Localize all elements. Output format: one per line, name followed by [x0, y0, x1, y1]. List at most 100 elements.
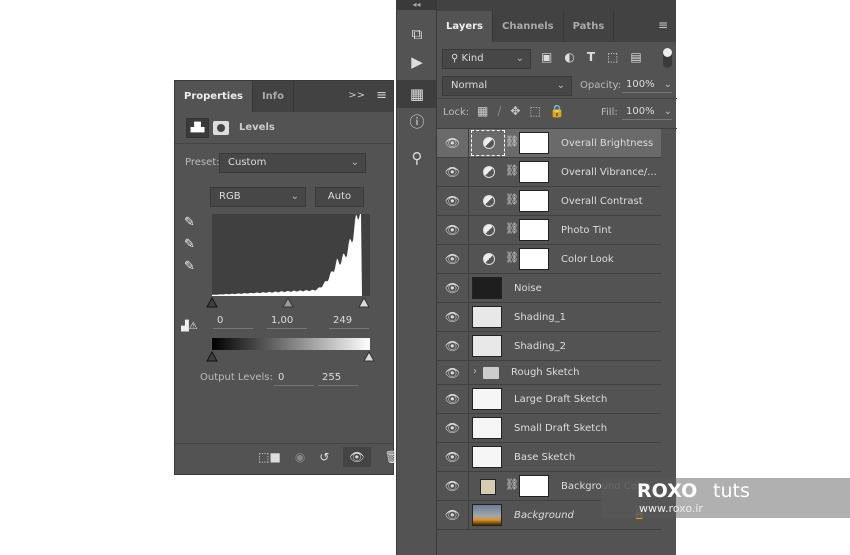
fill-field[interactable]: 100% ⌄ [622, 105, 672, 120]
gray-eyedropper-icon[interactable]: ✎ [184, 237, 195, 252]
input-white-field[interactable]: 249 [329, 314, 369, 329]
output-white-field[interactable]: 255 [318, 371, 358, 386]
3d-icon[interactable]: ⧉ [397, 20, 437, 48]
eye-icon[interactable]: 👁 [437, 216, 469, 244]
layer-name[interactable]: Color Look [561, 245, 614, 274]
layer-row[interactable]: 👁 Large Draft Sketch [437, 385, 661, 414]
lock-artboard-icon[interactable]: ⬚ [529, 104, 540, 118]
layer-row[interactable]: 👁 ⛓ Color Look [437, 245, 661, 274]
color-fill-swatch[interactable] [480, 479, 496, 495]
auto-button[interactable]: Auto [315, 187, 364, 207]
layer-row[interactable]: 👁 ⛓ Photo Tint [437, 216, 661, 245]
layer-thumbnail[interactable] [472, 504, 502, 526]
input-sliders[interactable] [205, 295, 375, 309]
properties-icon[interactable]: ▦ [397, 80, 437, 108]
eye-icon[interactable]: 👁 [437, 187, 469, 215]
eye-icon[interactable]: 👁 [437, 385, 469, 413]
layer-row[interactable]: 👁 ⛓ Overall Vibrance/... [437, 158, 661, 187]
layer-row[interactable]: 👁 Base Sketch [437, 443, 661, 472]
layer-thumbnail[interactable] [472, 417, 502, 439]
layer-thumbnail[interactable] [472, 388, 502, 410]
layer-mask-thumbnail[interactable] [519, 132, 549, 154]
lock-position-icon[interactable]: ✥ [510, 104, 520, 118]
tab-layers[interactable]: Layers [437, 11, 493, 42]
lock-pixels-icon[interactable]: / [497, 104, 501, 118]
eye-icon[interactable]: 👁 [437, 361, 469, 384]
output-black-field[interactable]: 0 [274, 371, 314, 386]
layer-row[interactable]: 👁 › Rough Sketch [437, 361, 661, 385]
eye-icon[interactable]: 👁 [437, 274, 469, 302]
layer-thumbnail[interactable] [472, 306, 502, 328]
link-icon[interactable]: ⛓ [505, 478, 519, 491]
levels-icon[interactable]: ▟▙ [186, 118, 209, 138]
layer-mask-thumbnail[interactable] [519, 190, 549, 212]
layer-name[interactable]: Noise [514, 274, 542, 303]
pixel-filter-icon[interactable]: ▣ [541, 50, 552, 64]
blend-mode-select[interactable]: Normal ⌄ [442, 76, 572, 96]
clip-to-layer-icon[interactable]: ⬚■ [258, 450, 281, 464]
visibility-icon[interactable]: 👁 [343, 446, 371, 467]
layer-mask-thumbnail[interactable] [519, 248, 549, 270]
eye-icon[interactable]: 👁 [437, 414, 469, 442]
layer-name[interactable]: Shading_2 [514, 332, 566, 361]
layer-row[interactable]: 👁 Noise [437, 274, 661, 303]
lock-all-icon[interactable]: 🔒 [550, 104, 565, 118]
collapse-button[interactable]: >> [348, 90, 365, 101]
layer-name[interactable]: Overall Contrast [561, 187, 643, 216]
clipping-warning-icon[interactable]: ▟⚠ [181, 321, 198, 332]
eye-icon[interactable]: 👁 [437, 472, 469, 500]
panel-menu-icon[interactable]: ≡ [376, 88, 387, 103]
eye-icon[interactable]: 👁 [437, 501, 469, 529]
opacity-field[interactable]: 100% ⌄ [622, 78, 672, 93]
info-icon[interactable]: ⓘ [397, 108, 437, 136]
clone-source-icon[interactable]: ⚲ [397, 144, 437, 172]
layer-row[interactable]: 👁 ⛓ Overall Brightness [437, 129, 661, 158]
preset-select[interactable]: Custom ⌄ [219, 153, 366, 173]
eye-icon[interactable]: 👁 [437, 158, 469, 186]
play-icon[interactable]: ▶ [397, 48, 437, 76]
layer-row[interactable]: 👁 Shading_1 [437, 303, 661, 332]
layer-thumbnail[interactable] [472, 446, 502, 468]
layer-name[interactable]: Overall Brightness [561, 129, 653, 158]
tab-channels[interactable]: Channels [493, 11, 564, 42]
layer-row[interactable]: 👁 Shading_2 [437, 332, 661, 361]
output-sliders[interactable] [205, 349, 375, 363]
tab-info[interactable]: Info [253, 81, 295, 112]
mask-icon[interactable] [213, 121, 229, 135]
black-eyedropper-icon[interactable]: ✎ [184, 215, 195, 230]
layer-mask-thumbnail[interactable] [519, 161, 549, 183]
adjustment-filter-icon[interactable]: ◐ [564, 50, 574, 64]
link-icon[interactable]: ⛓ [505, 193, 519, 206]
reset-icon[interactable]: ↺ [319, 450, 329, 464]
tab-properties[interactable]: Properties [175, 81, 253, 112]
chevron-right-icon[interactable]: › [473, 366, 477, 377]
input-black-field[interactable]: 0 [213, 314, 253, 329]
layer-name[interactable]: Large Draft Sketch [514, 385, 607, 414]
layer-thumbnail[interactable] [472, 277, 502, 299]
link-icon[interactable]: ⛓ [505, 164, 519, 177]
layer-name[interactable]: Rough Sketch [511, 361, 580, 385]
channel-select[interactable]: RGB ⌄ [210, 187, 306, 207]
filter-toggle[interactable] [663, 48, 672, 68]
layer-name[interactable]: Overall Vibrance/... [561, 158, 657, 187]
link-icon[interactable]: ⛓ [505, 222, 519, 235]
filter-kind-select[interactable]: ⚲ Kind ⌄ [442, 49, 531, 69]
eye-icon[interactable]: 👁 [437, 303, 469, 331]
layer-mask-thumbnail[interactable] [519, 219, 549, 241]
white-eyedropper-icon[interactable]: ✎ [184, 259, 195, 274]
layer-name[interactable]: Background [514, 501, 574, 530]
eye-icon[interactable]: 👁 [437, 245, 469, 273]
tab-paths[interactable]: Paths [564, 11, 615, 42]
type-filter-icon[interactable]: T [587, 50, 595, 64]
smart-object-filter-icon[interactable]: ▤ [630, 50, 641, 64]
layer-row[interactable]: 👁 ⛓ Overall Contrast [437, 187, 661, 216]
input-gamma-field[interactable]: 1,00 [267, 314, 307, 329]
layer-thumbnail[interactable] [472, 335, 502, 357]
layer-name[interactable]: Small Draft Sketch [514, 414, 607, 443]
collapse-icon[interactable]: ◂◂ [397, 0, 436, 10]
layer-name[interactable]: Base Sketch [514, 443, 575, 472]
layer-name[interactable]: Shading_1 [514, 303, 566, 332]
view-previous-icon[interactable]: ◉ [295, 450, 305, 464]
eye-icon[interactable]: 👁 [437, 332, 469, 360]
link-icon[interactable]: ⛓ [505, 251, 519, 264]
